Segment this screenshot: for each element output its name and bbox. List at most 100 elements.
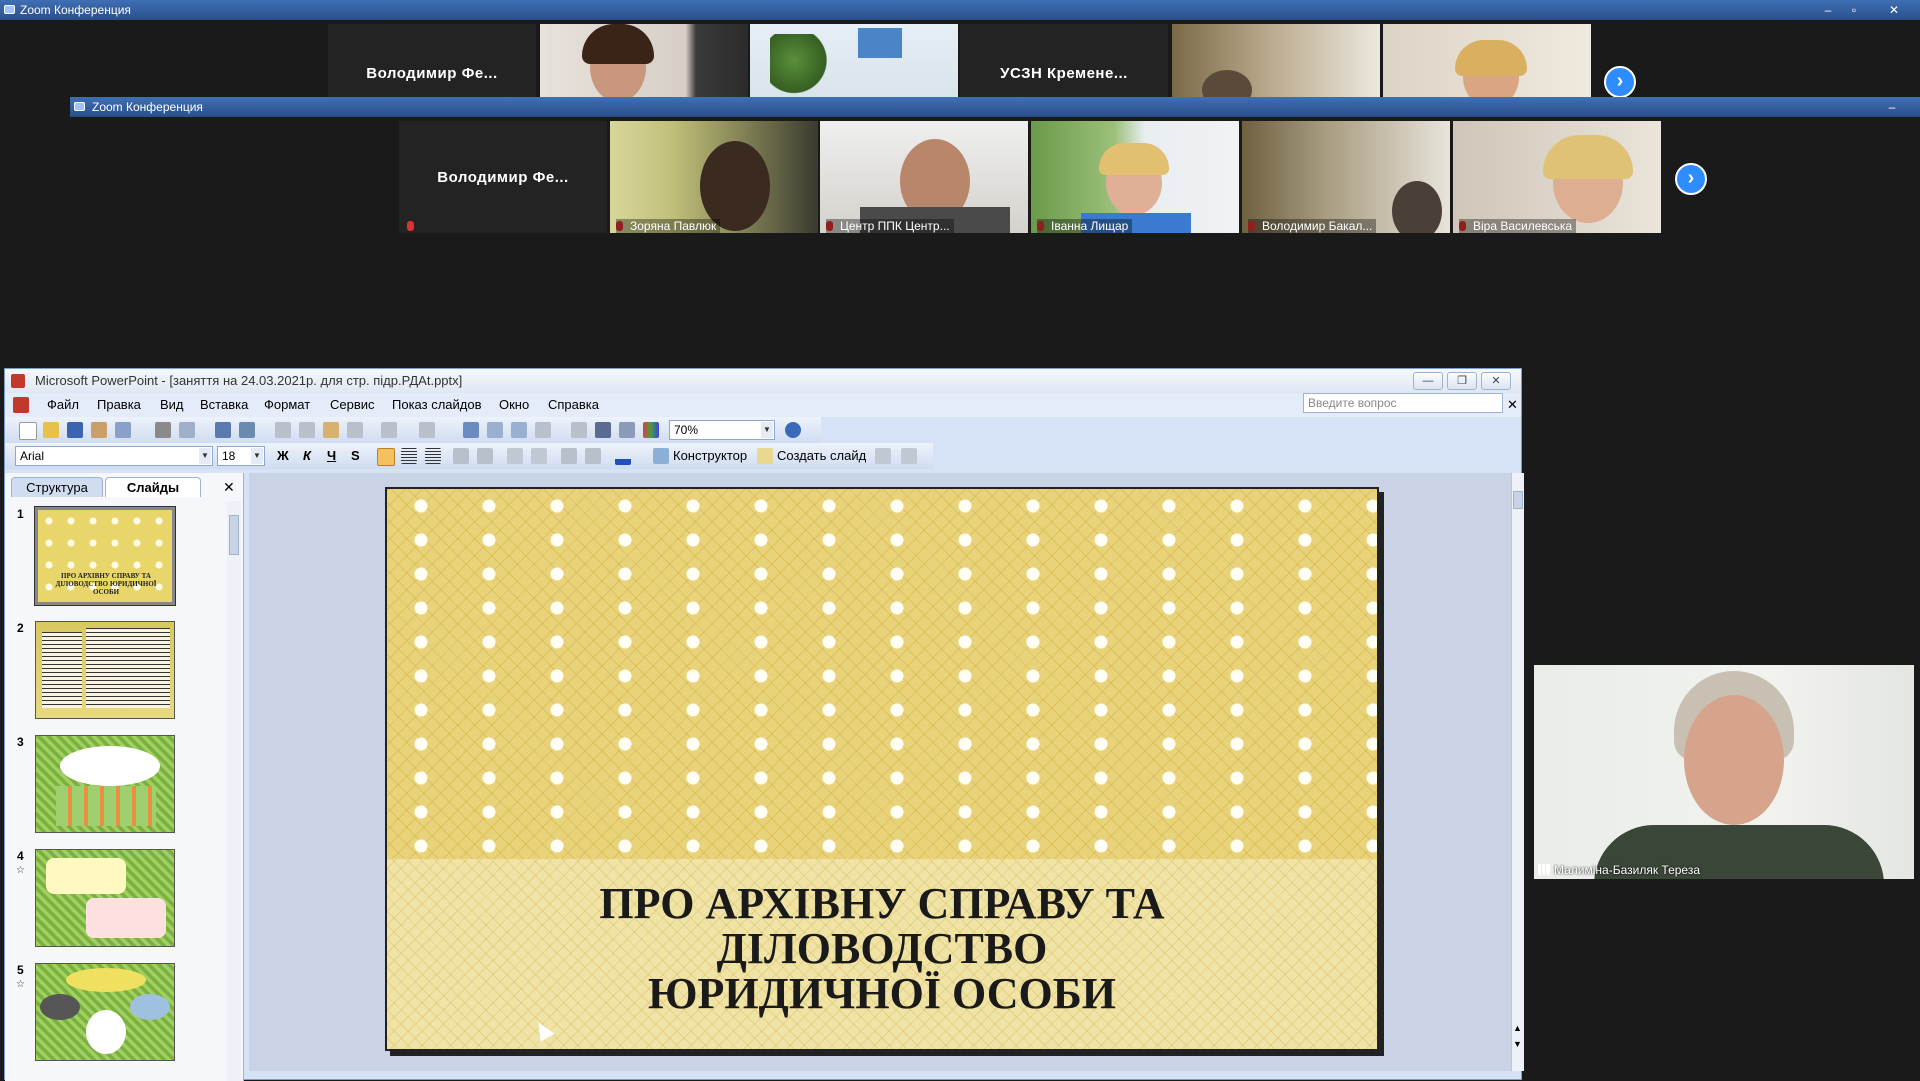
grid-icon[interactable] (619, 422, 635, 438)
menu-help[interactable]: Справка (548, 393, 599, 417)
paste-icon[interactable] (323, 422, 339, 438)
line-spacing-icon[interactable] (875, 448, 891, 464)
increase-indent-icon[interactable] (585, 448, 601, 464)
hyperlink-icon[interactable] (535, 422, 551, 438)
participant-video-tile[interactable] (540, 24, 748, 100)
participant-video-tile[interactable] (750, 24, 958, 100)
zoom-select[interactable]: 70% ▼ (669, 420, 775, 440)
close-button[interactable]: ✕ (1884, 2, 1904, 18)
format-painter-icon[interactable] (347, 422, 363, 438)
align-left-icon[interactable] (377, 448, 395, 466)
designer-button[interactable]: Конструктор (673, 448, 747, 463)
participant-name: УСЗН Кремене... (1000, 64, 1128, 82)
open-icon[interactable] (43, 422, 59, 438)
new-slide-button[interactable]: Создать слайд (777, 448, 866, 463)
participant-video-tile[interactable] (1172, 24, 1380, 100)
active-speaker-video[interactable]: Малиміна-Базиляк Тереза (1534, 665, 1914, 879)
slide-thumbnail[interactable] (35, 621, 175, 719)
font-select[interactable]: Arial ▼ (15, 446, 213, 466)
participant-tile-name[interactable]: УСЗН Кремене... (960, 24, 1168, 100)
help-icon[interactable] (785, 422, 801, 438)
undo-icon[interactable] (381, 422, 397, 438)
tab-slides[interactable]: Слайды (105, 477, 201, 497)
insert-chart-icon[interactable] (463, 422, 479, 438)
print-icon[interactable] (155, 422, 171, 438)
participant-video-tile[interactable]: Зоряна Павлюк (610, 121, 818, 233)
email-icon[interactable] (115, 422, 131, 438)
next-page-button[interactable]: › (1604, 66, 1636, 98)
close-button[interactable]: ✕ (1481, 372, 1511, 390)
align-center-icon[interactable] (401, 448, 417, 464)
participant-video-tile[interactable]: Іванна Лищар (1031, 121, 1239, 233)
menu-insert[interactable]: Вставка (200, 393, 248, 417)
decrease-font-icon[interactable] (531, 448, 547, 464)
bold-button[interactable]: Ж (277, 448, 289, 463)
participant-tile-name[interactable]: Володимир Фе... (399, 121, 607, 233)
color-grayscale-icon[interactable] (643, 422, 659, 438)
numbering-icon[interactable] (453, 448, 469, 464)
font-size-select[interactable]: 18 ▼ (217, 446, 265, 466)
participant-video-tile[interactable] (1383, 24, 1591, 100)
ask-question-input[interactable]: Введите вопрос (1303, 393, 1503, 413)
permission-icon[interactable] (91, 422, 107, 438)
menu-file[interactable]: Файл (47, 393, 79, 417)
shadow-button[interactable]: S (351, 448, 360, 463)
paragraph-spacing-icon[interactable] (901, 448, 917, 464)
current-slide[interactable]: ПРО АРХІВНУ СПРАВУ ТА ДІЛОВОДСТВО ЮРИДИЧ… (385, 487, 1379, 1051)
designer-icon[interactable] (653, 448, 669, 464)
print-preview-icon[interactable] (179, 422, 195, 438)
menu-edit[interactable]: Правка (97, 393, 141, 417)
save-icon[interactable] (67, 422, 83, 438)
slide-thumbnail[interactable] (35, 735, 175, 833)
panel-scrollbar[interactable] (227, 501, 241, 1081)
scroll-thumb[interactable] (229, 515, 239, 555)
tab-outline[interactable]: Структура (11, 477, 103, 497)
font-color-icon[interactable] (615, 448, 631, 465)
restore-button[interactable]: ❐ (1447, 372, 1477, 390)
slide-thumbnail[interactable] (35, 963, 175, 1061)
cut-icon[interactable] (275, 422, 291, 438)
next-page-button[interactable]: › (1675, 163, 1707, 195)
menu-window[interactable]: Окно (499, 393, 529, 417)
editor-scrollbar[interactable]: ▲ ▼ (1511, 473, 1524, 1071)
minimize-button[interactable]: — (1413, 372, 1443, 390)
slide-title[interactable]: ПРО АРХІВНУ СПРАВУ ТА ДІЛОВОДСТВО ЮРИДИЧ… (387, 881, 1377, 1016)
expand-all-icon[interactable] (571, 422, 587, 438)
participant-video-tile[interactable]: Володимир Бакал... (1242, 121, 1450, 233)
participant-video-tile[interactable]: Центр ППК Центр... (820, 121, 1028, 233)
spelling-icon[interactable] (215, 422, 231, 438)
menu-service[interactable]: Сервис (330, 393, 375, 417)
italic-button[interactable]: К (303, 448, 311, 463)
close-doc-icon[interactable]: ✕ (1507, 393, 1518, 417)
increase-font-icon[interactable] (507, 448, 523, 464)
tables-borders-icon[interactable] (511, 422, 527, 438)
insert-table-icon[interactable] (487, 422, 503, 438)
previous-slide-icon[interactable]: ▲ (1513, 1023, 1522, 1033)
scroll-thumb[interactable] (1513, 491, 1523, 509)
next-slide-icon[interactable]: ▼ (1513, 1039, 1522, 1049)
powerpoint-title: Microsoft PowerPoint - [заняття на 24.03… (35, 373, 463, 388)
minimize-button[interactable]: – (1882, 99, 1902, 115)
maximize-button[interactable]: ▫ (1844, 2, 1864, 18)
menu-view[interactable]: Вид (160, 393, 184, 417)
copy-icon[interactable] (299, 422, 315, 438)
participant-tile-name[interactable]: Володимир Фе... (328, 24, 536, 100)
formatting-icon[interactable] (595, 422, 611, 438)
bullets-icon[interactable] (477, 448, 493, 464)
menu-format[interactable]: Формат (264, 393, 310, 417)
align-right-icon[interactable] (425, 448, 441, 464)
thumbnail-text-block (42, 632, 82, 708)
slide-thumbnail[interactable] (35, 849, 175, 947)
menu-slideshow[interactable]: Показ слайдов (392, 393, 482, 417)
slide-thumbnail[interactable]: ПРО АРХІВНУ СПРАВУ ТА ДІЛОВОДСТВО ЮРИДИЧ… (34, 506, 176, 606)
redo-icon[interactable] (419, 422, 435, 438)
underline-button[interactable]: Ч (327, 448, 336, 463)
zoom-window-title: Zoom Конференция (20, 3, 131, 17)
new-icon[interactable] (19, 422, 37, 440)
minimize-button[interactable]: – (1818, 2, 1838, 18)
close-panel-icon[interactable]: ✕ (223, 479, 235, 496)
new-slide-icon[interactable] (757, 448, 773, 464)
decrease-indent-icon[interactable] (561, 448, 577, 464)
participant-video-tile[interactable]: Віра Василевська (1453, 121, 1661, 233)
research-icon[interactable] (239, 422, 255, 438)
